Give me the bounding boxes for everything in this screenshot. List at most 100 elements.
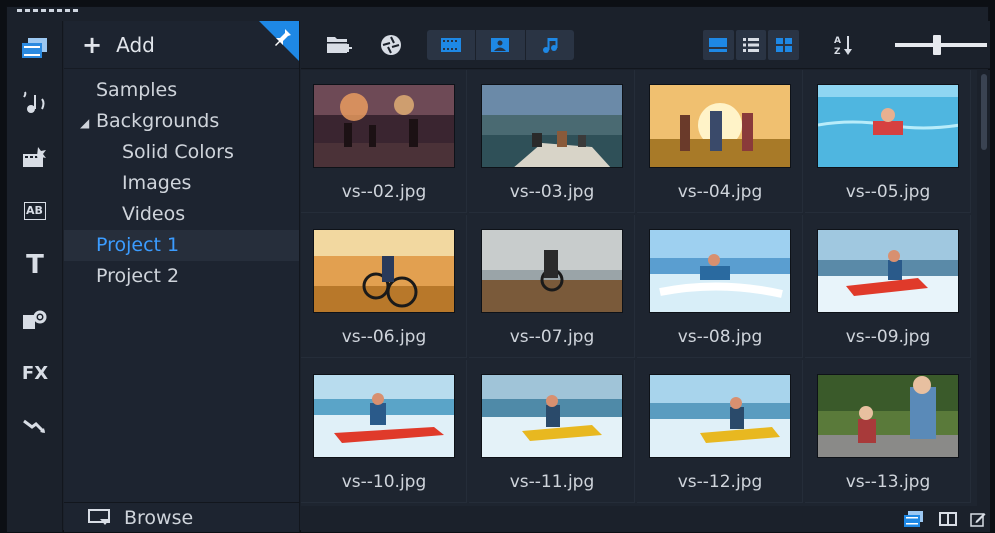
thumbnail-image[interactable]	[313, 374, 455, 458]
import-media-button[interactable]	[323, 30, 355, 60]
tree-item-videos[interactable]: Videos	[64, 199, 299, 230]
svg-text:A: A	[834, 36, 841, 46]
tree-item-images[interactable]: Images	[64, 168, 299, 199]
import-folder-icon	[327, 37, 352, 53]
library-tree: Samples ◢ Backgrounds Solid Colors Images…	[64, 69, 299, 292]
tree-item-samples[interactable]: Samples	[64, 75, 299, 106]
media-thumbnail-item[interactable]: vs--07.jpg	[469, 215, 635, 358]
media-thumbnail-item[interactable]: vs--02.jpg	[301, 70, 467, 213]
thumbnail-image[interactable]	[313, 84, 455, 168]
tree-item-label: Backgrounds	[96, 110, 220, 132]
thumbnail-filename: vs--13.jpg	[845, 472, 931, 492]
rail-transition-button[interactable]: AB	[15, 191, 55, 231]
view-grid-button[interactable]	[768, 30, 800, 60]
media-thumbnail-item[interactable]: vs--09.jpg	[805, 215, 971, 358]
pin-icon[interactable]	[255, 21, 299, 61]
rail-title-button[interactable]: T	[15, 245, 55, 285]
view-mode-switch	[703, 30, 800, 60]
transition-icon-label: AB	[26, 204, 43, 217]
library-mode-button[interactable]	[904, 510, 924, 528]
rail-media-button[interactable]	[15, 29, 55, 69]
tree-item-project-1[interactable]: Project 1	[64, 230, 299, 261]
thumbnail-filename: vs--03.jpg	[509, 182, 595, 202]
tree-item-backgrounds[interactable]: ◢ Backgrounds	[64, 106, 299, 137]
thumbnail-image[interactable]	[649, 229, 791, 313]
media-thumbnail-item[interactable]: vs--12.jpg	[637, 360, 803, 503]
film-strip-icon	[441, 38, 462, 52]
media-thumbnail-item[interactable]: vs--05.jpg	[805, 70, 971, 213]
filter-audio-button[interactable]	[526, 30, 574, 60]
edit-pencil-icon	[970, 513, 986, 527]
media-thumbnail-item[interactable]: vs--13.jpg	[805, 360, 971, 503]
thumbnail-image[interactable]	[649, 374, 791, 458]
list-view-icon	[743, 38, 759, 52]
tree-item-label: Solid Colors	[122, 141, 234, 163]
thumbnail-filename: vs--11.jpg	[509, 472, 595, 492]
thumbnail-image[interactable]	[313, 229, 455, 313]
media-thumbnail-item[interactable]: vs--03.jpg	[469, 70, 635, 213]
fx-icon: FX	[21, 362, 49, 384]
thumbnail-image[interactable]	[481, 374, 623, 458]
media-library-icon	[22, 38, 47, 58]
view-list-button[interactable]	[735, 30, 767, 60]
thumbnail-filename: vs--10.jpg	[341, 472, 427, 492]
motion-path-icon	[23, 419, 46, 434]
browse-label: Browse	[124, 506, 194, 529]
media-toolbar: A Z	[301, 21, 990, 69]
add-label: Add	[116, 32, 155, 57]
media-library-window: AB T FX + Add Samples ◢ Backgrounds Soli…	[6, 6, 990, 532]
expanded-arrow-icon[interactable]: ◢	[80, 108, 96, 139]
thumbnail-filename: vs--08.jpg	[677, 327, 763, 347]
capture-button[interactable]	[375, 30, 407, 60]
library-header: + Add	[64, 21, 299, 69]
sort-button[interactable]: A Z	[829, 30, 859, 60]
rail-filters-button[interactable]: FX	[15, 353, 55, 393]
thumbnail-image[interactable]	[817, 84, 959, 168]
tree-item-project-2[interactable]: Project 2	[64, 261, 299, 292]
library-mode-icon	[904, 511, 923, 527]
scrollbar-thumb[interactable]	[981, 74, 987, 150]
browse-folder-icon	[88, 508, 110, 525]
thumbnail-image[interactable]	[817, 374, 959, 458]
edit-options-button[interactable]	[968, 510, 988, 528]
grid-scrollbar[interactable]	[977, 70, 990, 506]
thumbnail-image[interactable]	[649, 84, 791, 168]
add-folder-button[interactable]: + Add	[82, 33, 155, 57]
filter-photo-button[interactable]	[476, 30, 526, 60]
thumbnail-image[interactable]	[481, 229, 623, 313]
rail-audio-button[interactable]	[15, 83, 55, 123]
tree-item-label: Project 2	[96, 265, 180, 287]
transition-ab-icon: AB	[24, 202, 46, 220]
grid-view-icon	[775, 38, 792, 52]
thumbnail-image[interactable]	[481, 84, 623, 168]
zoom-slider-thumb[interactable]	[933, 35, 941, 55]
tree-item-label: Samples	[96, 79, 178, 101]
media-thumbnail-item[interactable]: vs--06.jpg	[301, 215, 467, 358]
rail-path-button[interactable]	[15, 407, 55, 447]
large-thumbnail-icon	[709, 38, 728, 52]
filter-video-button[interactable]	[427, 30, 477, 60]
drag-grip[interactable]	[17, 7, 81, 13]
thumbnail-filename: vs--06.jpg	[341, 327, 427, 347]
rail-instant-project-button[interactable]	[15, 137, 55, 177]
media-thumbnail-item[interactable]: vs--08.jpg	[637, 215, 803, 358]
split-view-button[interactable]	[938, 510, 958, 528]
photo-icon	[491, 38, 510, 52]
browse-button[interactable]: Browse	[64, 502, 300, 532]
thumbnail-filename: vs--02.jpg	[341, 182, 427, 202]
media-type-filter	[427, 30, 574, 60]
plus-icon: +	[82, 30, 103, 59]
tree-item-solid-colors[interactable]: Solid Colors	[64, 137, 299, 168]
category-rail: AB T FX	[7, 21, 63, 532]
media-thumbnail-item[interactable]: vs--04.jpg	[637, 70, 803, 213]
thumbnail-filename: vs--04.jpg	[677, 182, 763, 202]
zoom-slider[interactable]	[895, 35, 987, 55]
media-thumbnail-item[interactable]: vs--11.jpg	[469, 360, 635, 503]
sort-az-icon: A Z	[834, 36, 852, 56]
svg-text:Z: Z	[834, 47, 841, 56]
music-notes-icon	[23, 91, 45, 113]
media-thumbnail-item[interactable]: vs--10.jpg	[301, 360, 467, 503]
view-large-button[interactable]	[703, 30, 734, 60]
rail-graphics-button[interactable]	[15, 299, 55, 339]
thumbnail-image[interactable]	[817, 229, 959, 313]
